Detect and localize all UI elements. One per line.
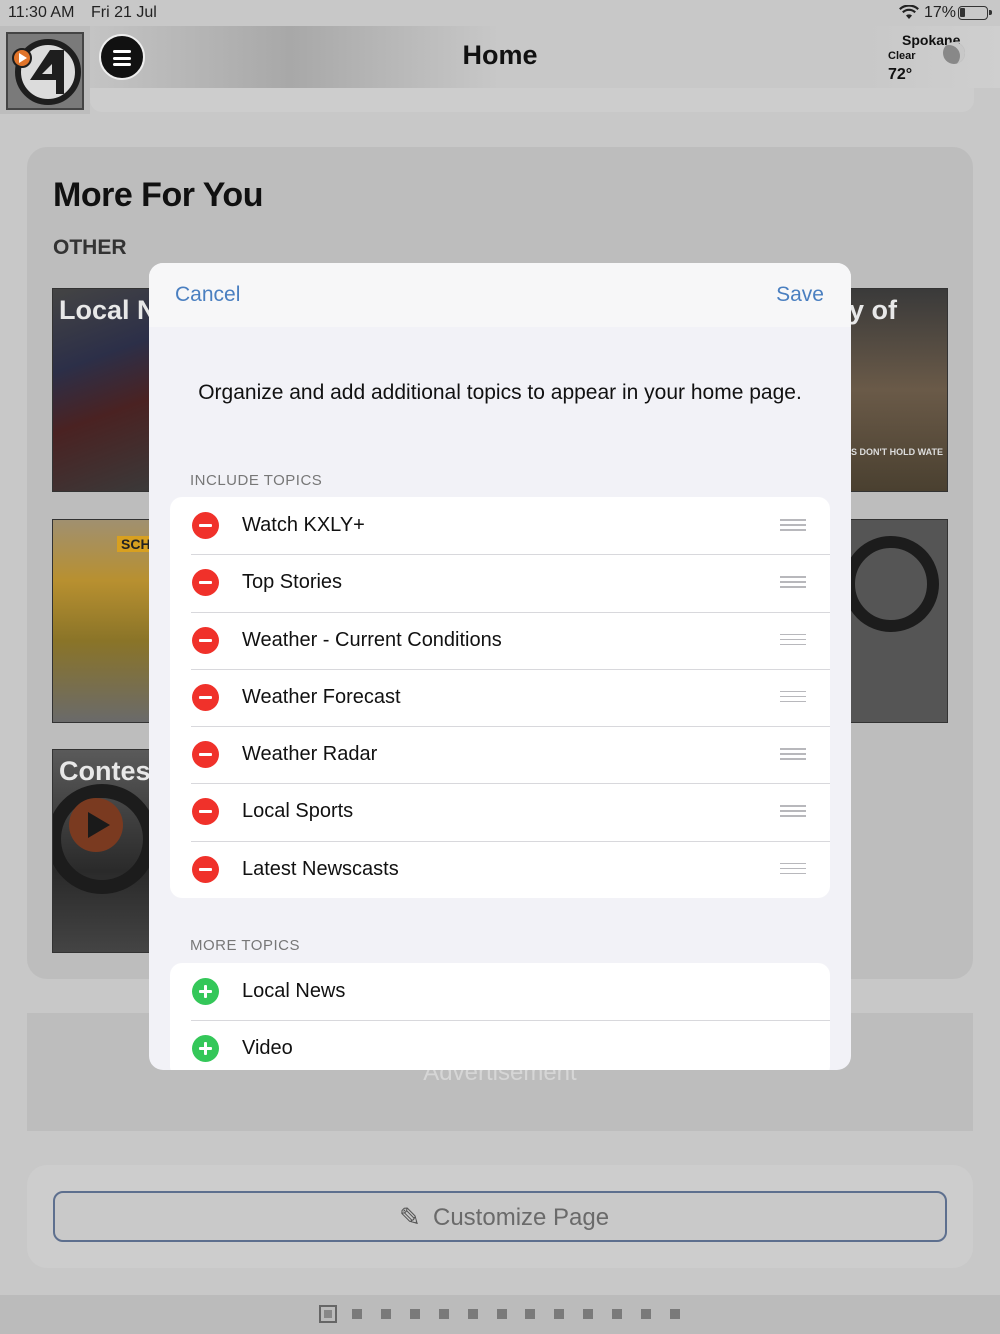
topic-label: Weather Forecast <box>242 685 401 708</box>
add-icon[interactable] <box>192 1035 219 1063</box>
drag-handle-icon[interactable] <box>780 690 806 703</box>
hamburger-menu-icon <box>113 50 131 53</box>
tile-label: Contests <box>59 756 161 786</box>
customize-page-label: Customize Page <box>433 1204 610 1231</box>
drag-handle-icon[interactable] <box>780 576 806 588</box>
include-topic-row[interactable]: Local Sports <box>170 783 830 840</box>
battery-icon <box>958 6 992 20</box>
more-topic-row[interactable]: Local News <box>170 963 830 1020</box>
modal-toolbar: Cancel Save <box>149 263 851 327</box>
status-time: 11:30 AM <box>8 4 75 21</box>
moon-icon <box>943 42 965 64</box>
more-topic-row[interactable]: Video <box>170 1020 830 1070</box>
tile-school[interactable]: SCHO <box>52 519 162 723</box>
tile-local-news[interactable]: Local Ne <box>52 288 162 492</box>
drag-handle-icon[interactable] <box>780 862 806 875</box>
battery-percent: 17% <box>924 4 957 21</box>
page-dot[interactable] <box>409 1309 420 1319</box>
remove-icon[interactable] <box>192 798 219 826</box>
page-dot[interactable] <box>438 1309 449 1319</box>
header-tab <box>90 88 974 112</box>
drag-handle-icon[interactable] <box>780 748 806 760</box>
more-topics-header: MORE TOPICS <box>190 937 300 954</box>
include-topic-row[interactable]: Weather Forecast <box>170 668 830 726</box>
page-dot[interactable] <box>554 1309 565 1319</box>
include-topics-header: INCLUDE TOPICS <box>190 472 323 489</box>
page-dot[interactable] <box>525 1309 536 1319</box>
tile-caption: S DON'T HOLD WATE <box>851 447 943 457</box>
include-topic-row[interactable]: Weather - Current Conditions <box>170 611 830 669</box>
status-bar: 11:30 AM Fri 21 Jul 17% <box>0 0 1000 26</box>
organize-topics-modal: Cancel Save Organize and add additional … <box>149 263 851 1070</box>
weather-condition: Clear <box>888 50 916 62</box>
topic-label: Watch KXLY+ <box>242 514 365 536</box>
status-date: Fri 21 Jul <box>91 4 157 21</box>
cancel-button[interactable]: Cancel <box>175 283 240 307</box>
topic-label: Weather Radar <box>242 743 378 766</box>
include-topic-row[interactable]: Latest Newscasts <box>170 840 830 898</box>
page-dot[interactable] <box>380 1309 391 1319</box>
topic-label: Local News <box>242 980 346 1002</box>
topic-label: Top Stories <box>242 571 343 594</box>
tile-logo[interactable] <box>838 519 948 723</box>
drag-handle-icon[interactable] <box>780 805 806 817</box>
add-icon[interactable] <box>192 978 219 1005</box>
remove-icon[interactable] <box>192 626 219 654</box>
topic-label: Video <box>242 1037 293 1060</box>
weather-widget[interactable]: Spokane Clear 72° <box>885 31 995 86</box>
remove-icon[interactable] <box>192 569 219 597</box>
page-dot[interactable] <box>583 1309 594 1319</box>
remove-icon[interactable] <box>192 512 219 539</box>
drag-handle-icon[interactable] <box>780 519 806 531</box>
tile-label: Local Ne <box>59 295 162 325</box>
include-topic-row[interactable]: Watch KXLY+ <box>170 497 830 554</box>
wifi-icon <box>899 5 919 19</box>
include-topic-row[interactable]: Top Stories <box>170 554 830 611</box>
customize-page-button[interactable]: ✎ Customize Page <box>53 1191 947 1242</box>
page-dot[interactable] <box>496 1309 507 1319</box>
include-topics-list: Watch KXLY+ Top Stories Weather - Current … <box>170 497 830 899</box>
pencil-icon: ✎ <box>399 1202 421 1232</box>
topic-label: Local Sports <box>242 800 354 823</box>
remove-icon[interactable] <box>192 683 219 711</box>
page-dot[interactable] <box>669 1309 680 1319</box>
logo-ring-icon <box>843 536 939 632</box>
station-logo[interactable] <box>0 26 90 114</box>
topic-label: Latest Newscasts <box>242 857 399 880</box>
kxly-4-logo-icon <box>12 39 81 105</box>
more-topics-list: Local News Video <box>170 963 830 1070</box>
section-subtitle: OTHER <box>53 236 127 259</box>
page-dot[interactable] <box>612 1309 623 1319</box>
modal-description: Organize and add additional topics to ap… <box>198 381 802 404</box>
drag-handle-icon[interactable] <box>780 633 806 646</box>
page-dot[interactable] <box>352 1309 362 1319</box>
tile-story[interactable]: y of S DON'T HOLD WATE <box>838 288 948 492</box>
page-dot[interactable] <box>467 1309 478 1319</box>
page-dot[interactable] <box>641 1309 651 1319</box>
weather-temperature: 72° <box>888 66 913 83</box>
remove-icon[interactable] <box>192 741 219 769</box>
play-icon <box>69 798 123 852</box>
page-title: Home <box>462 40 538 70</box>
tile-label: y of <box>849 295 898 325</box>
tile-contests[interactable]: Contests <box>52 749 162 953</box>
page-dot-active[interactable] <box>319 1305 337 1323</box>
menu-button[interactable] <box>99 34 145 80</box>
save-button[interactable]: Save <box>776 283 824 307</box>
remove-icon[interactable] <box>192 855 219 883</box>
section-title: More For You <box>53 176 263 214</box>
topic-label: Weather - Current Conditions <box>242 628 502 651</box>
include-topic-row[interactable]: Weather Radar <box>170 726 830 783</box>
